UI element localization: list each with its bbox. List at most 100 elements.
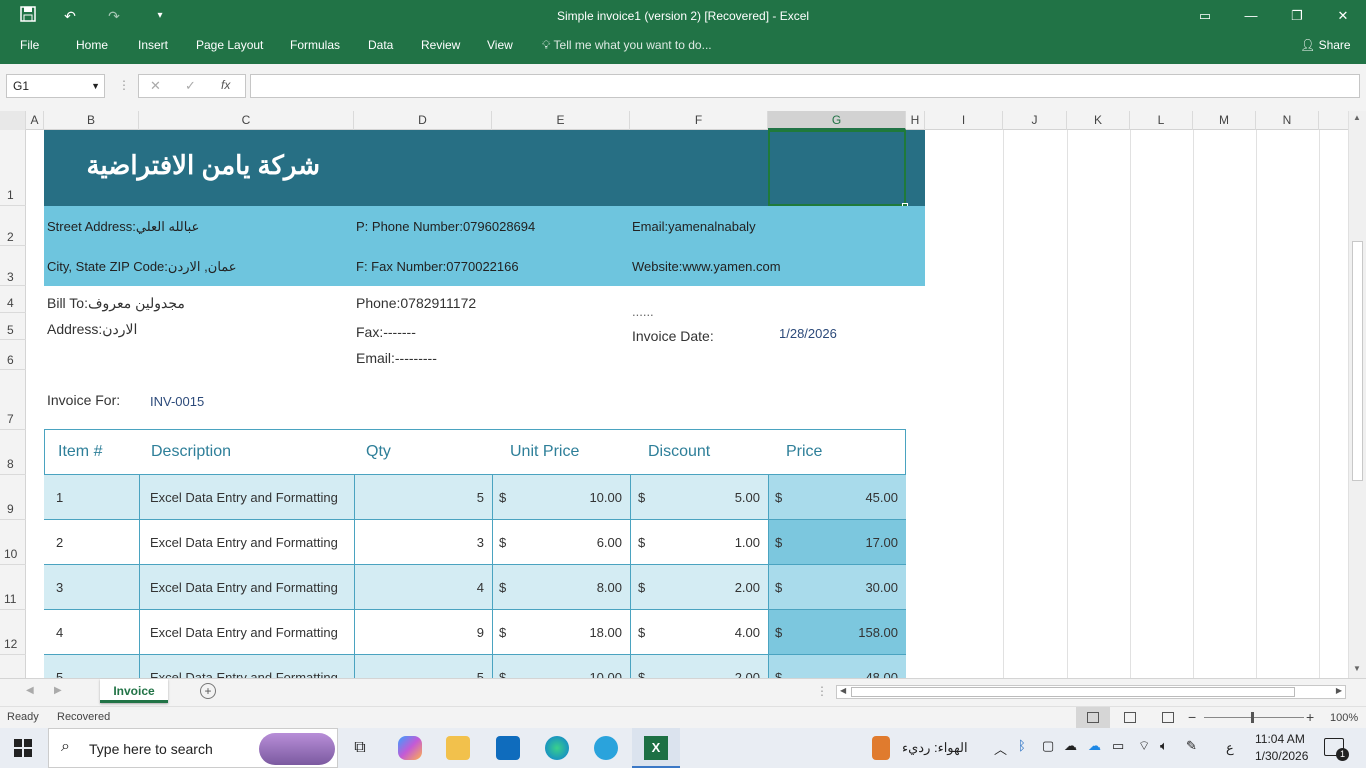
- unit-price[interactable]: 6.00: [493, 535, 622, 550]
- tab-page-layout[interactable]: Page Layout: [196, 38, 263, 52]
- row-header-11[interactable]: 11: [0, 565, 26, 610]
- item-number[interactable]: 4: [56, 625, 63, 640]
- task-view-icon[interactable]: ⧉: [348, 736, 372, 760]
- close-button[interactable]: ✕: [1320, 0, 1366, 32]
- row-header-5[interactable]: 5: [0, 313, 26, 340]
- zoom-slider-thumb[interactable]: [1251, 712, 1254, 723]
- pen-icon[interactable]: ✎: [1186, 738, 1197, 754]
- unit-price[interactable]: 18.00: [493, 625, 622, 640]
- item-qty[interactable]: 3: [355, 535, 484, 550]
- item-description[interactable]: Excel Data Entry and Formatting: [150, 535, 338, 550]
- row-header-1[interactable]: 1: [0, 130, 26, 206]
- row-header-8[interactable]: 8: [0, 430, 26, 475]
- weather-text[interactable]: الهواء: رديء: [902, 740, 968, 756]
- item-number[interactable]: 5: [56, 670, 63, 678]
- minimize-button[interactable]: —: [1228, 0, 1274, 32]
- onedrive-icon[interactable]: ☁: [1088, 738, 1101, 754]
- row-header-12[interactable]: 12: [0, 610, 26, 655]
- item-qty[interactable]: 5: [355, 670, 484, 678]
- item-qty[interactable]: 4: [355, 580, 484, 595]
- clock-date[interactable]: 1/30/2026: [1255, 749, 1308, 763]
- col-header-h[interactable]: H: [906, 111, 925, 130]
- show-hidden-icons[interactable]: ︿: [994, 739, 1007, 758]
- item-number[interactable]: 2: [56, 535, 63, 550]
- row-header-6[interactable]: 6: [0, 340, 26, 370]
- horizontal-scroll-thumb[interactable]: [851, 687, 1295, 697]
- item-description[interactable]: Excel Data Entry and Formatting: [150, 670, 338, 678]
- chevron-down-icon[interactable]: ▼: [91, 75, 100, 97]
- sheet-tab-invoice[interactable]: Invoice: [100, 679, 168, 703]
- name-box[interactable]: G1 ▼: [6, 74, 105, 98]
- scroll-down-icon[interactable]: ▼: [1353, 664, 1361, 673]
- price[interactable]: 158.00: [769, 625, 898, 640]
- col-header-n[interactable]: N: [1256, 111, 1319, 130]
- item-description[interactable]: Excel Data Entry and Formatting: [150, 625, 338, 640]
- col-header-d[interactable]: D: [354, 111, 492, 130]
- tab-data[interactable]: Data: [368, 38, 393, 52]
- volume-icon[interactable]: 🔈︎: [1160, 738, 1168, 754]
- tab-file[interactable]: File: [20, 38, 39, 52]
- selected-cell-g1[interactable]: [768, 130, 906, 206]
- zoom-in-icon[interactable]: +: [1306, 709, 1314, 725]
- col-header-i[interactable]: I: [925, 111, 1003, 130]
- insert-function-icon[interactable]: fx: [221, 78, 230, 92]
- col-header-f[interactable]: F: [630, 111, 768, 130]
- row-header-2[interactable]: 2: [0, 206, 26, 246]
- discount[interactable]: 1.00: [631, 535, 760, 550]
- row-header-9[interactable]: 9: [0, 475, 26, 520]
- price[interactable]: 45.00: [769, 490, 898, 505]
- tab-formulas[interactable]: Formulas: [290, 38, 340, 52]
- unit-price[interactable]: 10.00: [493, 490, 622, 505]
- file-explorer-icon[interactable]: [446, 736, 470, 760]
- item-number[interactable]: 1: [56, 490, 63, 505]
- zoom-out-icon[interactable]: −: [1188, 709, 1196, 725]
- tab-splitter[interactable]: ⋮: [816, 684, 828, 698]
- language-indicator[interactable]: ع: [1226, 740, 1234, 756]
- tab-review[interactable]: Review: [421, 38, 460, 52]
- scroll-up-icon[interactable]: ▲: [1353, 113, 1361, 122]
- weather-icon[interactable]: [872, 736, 890, 760]
- taskbar-search[interactable]: ⌕ Type here to search: [48, 728, 338, 768]
- telegram-icon[interactable]: [594, 736, 618, 760]
- item-description[interactable]: Excel Data Entry and Formatting: [150, 580, 338, 595]
- item-qty[interactable]: 9: [355, 625, 484, 640]
- normal-view-icon[interactable]: [1076, 707, 1110, 729]
- enter-icon[interactable]: ✓: [185, 78, 196, 94]
- horizontal-scrollbar[interactable]: ◀ ▶: [836, 685, 1346, 699]
- col-header-k[interactable]: K: [1067, 111, 1130, 130]
- row-header-4[interactable]: 4: [0, 286, 26, 313]
- discount[interactable]: 4.00: [631, 625, 760, 640]
- excel-taskbar-button[interactable]: X: [632, 728, 680, 768]
- outlook-icon[interactable]: [496, 736, 520, 760]
- tab-view[interactable]: View: [487, 38, 513, 52]
- page-layout-view-icon[interactable]: [1124, 712, 1136, 723]
- edge-icon[interactable]: [545, 736, 569, 760]
- scroll-right-icon[interactable]: ▶: [1336, 686, 1345, 695]
- col-header-b[interactable]: B: [44, 111, 139, 130]
- notification-icon[interactable]: 1: [1324, 738, 1349, 761]
- page-break-view-icon[interactable]: [1162, 712, 1174, 723]
- windows-start-icon[interactable]: [14, 739, 32, 760]
- unit-price[interactable]: 8.00: [493, 580, 622, 595]
- col-header-m[interactable]: M: [1193, 111, 1256, 130]
- select-all-corner[interactable]: [0, 111, 26, 130]
- cloud-icon[interactable]: ☁: [1064, 738, 1077, 754]
- restore-button[interactable]: ❐: [1274, 0, 1320, 32]
- col-header-l[interactable]: L: [1130, 111, 1193, 130]
- formula-input[interactable]: [250, 74, 1360, 98]
- discount[interactable]: 2.00: [631, 670, 760, 678]
- bluetooth-icon[interactable]: ᛒ: [1018, 738, 1026, 753]
- item-description[interactable]: Excel Data Entry and Formatting: [150, 490, 338, 505]
- cancel-icon[interactable]: ✕: [150, 78, 161, 94]
- price[interactable]: 30.00: [769, 580, 898, 595]
- ribbon-display-icon[interactable]: ▭: [1182, 0, 1228, 32]
- tell-me-search[interactable]: 💡︎ Tell me what you want to do...: [542, 38, 712, 53]
- share-button[interactable]: 👤︎ Share: [1300, 38, 1351, 52]
- copilot-icon[interactable]: [398, 736, 422, 760]
- tab-insert[interactable]: Insert: [138, 38, 168, 52]
- unit-price[interactable]: 10.00: [493, 670, 622, 678]
- wifi-icon[interactable]: ⌔: [1138, 738, 1150, 754]
- zoom-slider[interactable]: [1204, 717, 1304, 718]
- device-icon[interactable]: ▢: [1042, 738, 1054, 754]
- discount[interactable]: 2.00: [631, 580, 760, 595]
